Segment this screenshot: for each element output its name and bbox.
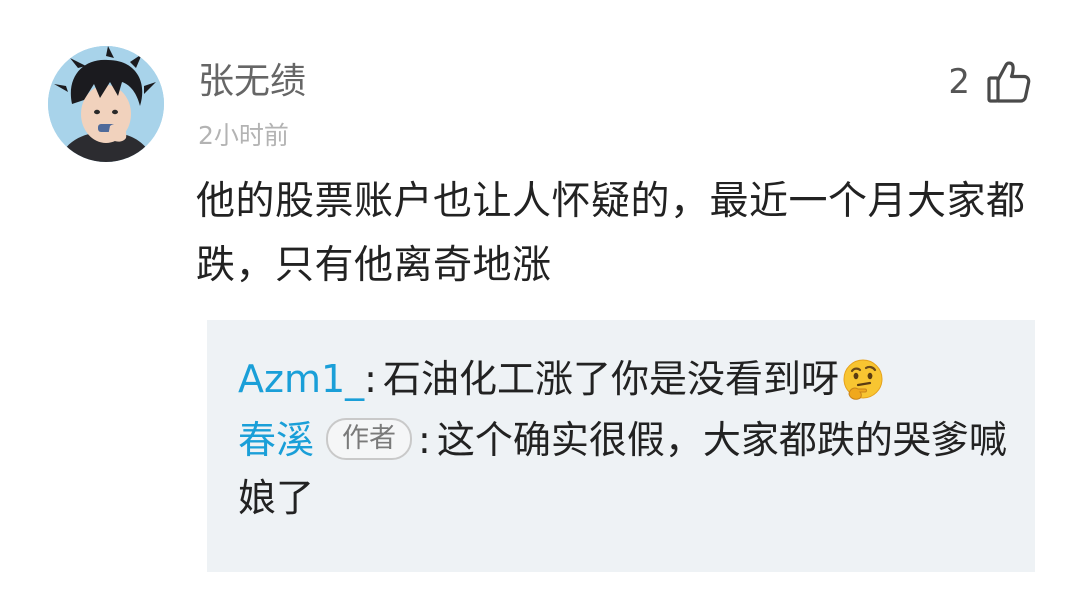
username[interactable]: 张无绩 xyxy=(198,60,306,104)
reply-author[interactable]: 春溪 xyxy=(238,418,314,462)
author-badge: 作者 xyxy=(326,418,413,460)
reply-list: Azm1_: 石油化工涨了你是没看到呀 春溪 作者: 这个确实很假，大家都跌的哭爹喊娘… xyxy=(207,320,1035,572)
avatar-image xyxy=(48,46,164,162)
thumbs-up-icon[interactable] xyxy=(986,59,1032,105)
reply-author[interactable]: Azm1_ xyxy=(238,357,364,401)
comment-text: 他的股票账户也让人怀疑的，最近一个月大家都跌，只有他离奇地涨 xyxy=(196,179,1026,288)
reply-item[interactable]: Azm1_: 石油化工涨了你是没看到呀 xyxy=(238,350,1011,408)
like-count: 2 xyxy=(948,62,970,102)
thinking-face-emoji xyxy=(841,358,885,402)
like-button[interactable]: 2 xyxy=(948,56,1032,108)
reply-item[interactable]: 春溪 作者: 这个确实很假，大家都跌的哭爹喊娘了 xyxy=(238,411,1011,527)
reply-text: 石油化工涨了你是没看到呀 xyxy=(382,357,839,401)
comment-timestamp: 2小时前 xyxy=(198,121,289,150)
avatar[interactable] xyxy=(48,46,164,162)
reply-colon: : xyxy=(364,357,377,401)
reply-colon: : xyxy=(418,418,431,462)
